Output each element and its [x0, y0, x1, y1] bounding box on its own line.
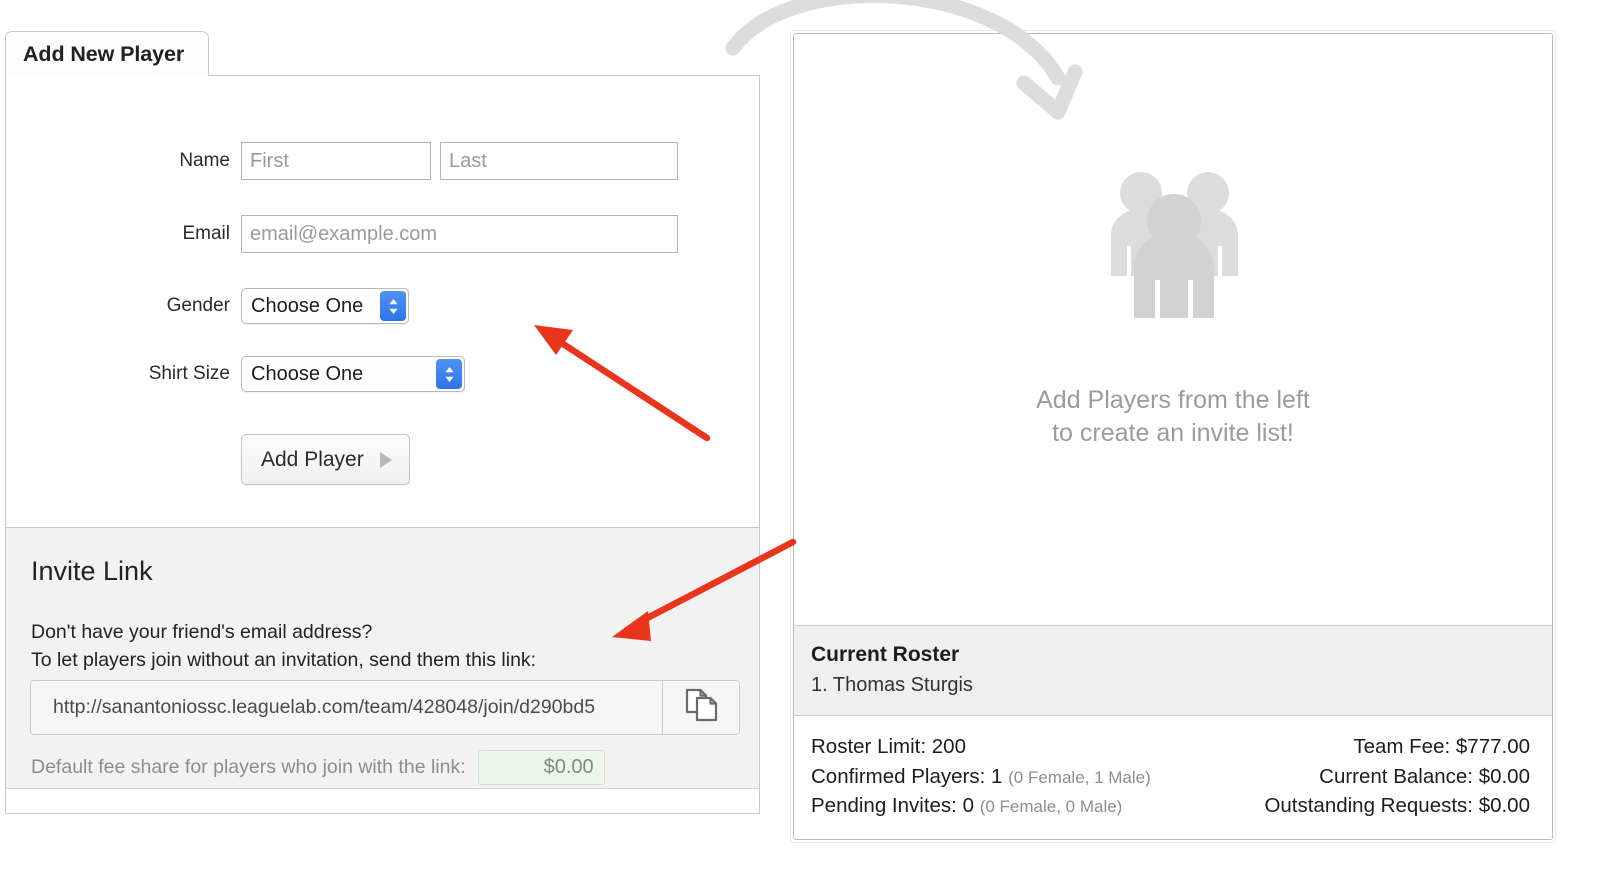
people-group-icon — [1086, 158, 1261, 338]
name-label: Name — [179, 150, 230, 171]
stat-confirmed-players-label: Confirmed Players: — [811, 764, 986, 788]
shirt-size-select-value: Choose One — [251, 362, 364, 385]
play-triangle-icon — [379, 451, 392, 468]
add-player-button[interactable]: Add Player — [241, 434, 410, 485]
tab-add-new-player-label: Add New Player — [23, 42, 185, 66]
stat-confirmed-players: Confirmed Players: 1 (0 Female, 1 Male) — [811, 762, 1151, 792]
tab-strip: Add New Player — [5, 31, 760, 77]
name-row: Name — [6, 142, 696, 180]
default-fee-share-label: Default fee share for players who join w… — [31, 756, 466, 778]
updown-chevron-icon — [436, 359, 462, 389]
roster-player-1: 1. Thomas Sturgis — [811, 673, 973, 696]
email-input[interactable] — [241, 215, 678, 253]
email-row: Email — [6, 215, 696, 253]
empty-message-line-2: to create an invite list! — [1052, 419, 1294, 448]
updown-chevron-icon — [380, 291, 406, 321]
add-player-form: Name Email Gender Choose One — [6, 76, 759, 528]
invite-list-panel: Add Players from the left to create an i… — [790, 30, 1556, 843]
stat-current-balance-label: Current Balance: — [1319, 764, 1473, 788]
invite-help-line-1: Don't have your friend's email address? — [31, 621, 373, 643]
first-name-input[interactable] — [241, 142, 431, 180]
default-fee-share-input[interactable] — [477, 750, 605, 785]
stat-pending-invites-breakdown: (0 Female, 0 Male) — [979, 797, 1123, 817]
invite-help-line-2: To let players join without an invitatio… — [31, 649, 537, 671]
stat-team-fee: Team Fee: $777.00 — [1264, 732, 1530, 762]
team-stats-right-column: Team Fee: $777.00 Current Balance: $0.00… — [1264, 732, 1530, 821]
gender-select-value: Choose One — [251, 294, 364, 317]
invite-list-empty-state: Add Players from the left to create an i… — [794, 34, 1552, 625]
shirt-size-row: Shirt Size Choose One — [6, 356, 696, 392]
invite-link-title: Invite Link — [31, 556, 153, 586]
stat-pending-invites-label: Pending Invites: — [811, 794, 957, 818]
gender-row: Gender Choose One — [6, 288, 696, 324]
invite-list-inner: Add Players from the left to create an i… — [793, 33, 1553, 840]
stat-roster-limit: Roster Limit: 200 — [811, 732, 1151, 762]
shirt-size-label: Shirt Size — [148, 363, 230, 384]
stat-outstanding-requests-value: $0.00 — [1478, 794, 1530, 818]
stat-roster-limit-value: 200 — [931, 734, 966, 758]
stat-team-fee-value: $777.00 — [1455, 734, 1530, 758]
email-label: Email — [182, 223, 230, 244]
add-new-player-panel: Add New Player Name Email Gen — [5, 31, 760, 814]
copy-documents-icon — [684, 687, 718, 728]
stat-confirmed-players-breakdown: (0 Female, 1 Male) — [1008, 767, 1151, 787]
invite-list-empty-message: Add Players from the left to create an i… — [1036, 384, 1310, 451]
invite-link-section: Invite Link Don't have your friend's ema… — [6, 528, 759, 789]
last-name-input[interactable] — [440, 142, 678, 180]
stat-team-fee-label: Team Fee: — [1353, 734, 1451, 758]
add-player-button-row: Add Player — [6, 434, 696, 485]
stat-outstanding-requests: Outstanding Requests: $0.00 — [1264, 791, 1530, 821]
stat-pending-invites: Pending Invites: 0 (0 Female, 0 Male) — [811, 791, 1151, 821]
panel-footer-strip — [6, 789, 759, 813]
invite-link-url[interactable]: http://sanantoniossc.leaguelab.com/team/… — [31, 681, 662, 734]
tab-add-new-player[interactable]: Add New Player — [5, 31, 209, 77]
copy-link-button[interactable] — [662, 681, 739, 734]
add-player-button-label: Add Player — [261, 447, 364, 471]
stat-current-balance-value: $0.00 — [1478, 764, 1530, 788]
stat-current-balance: Current Balance: $0.00 — [1264, 762, 1530, 792]
screen-root: Add New Player Name Email Gen — [0, 0, 1600, 881]
gender-label: Gender — [166, 295, 230, 316]
stat-pending-invites-value: 0 — [962, 794, 974, 818]
panel-body: Name Email Gender Choose One — [5, 76, 760, 814]
team-stats-block: Roster Limit: 200 Confirmed Players: 1 (… — [794, 714, 1552, 839]
team-stats-left-column: Roster Limit: 200 Confirmed Players: 1 (… — [811, 732, 1151, 821]
default-fee-share-row: Default fee share for players who join w… — [31, 750, 605, 785]
stat-roster-limit-label: Roster Limit: — [811, 734, 927, 758]
empty-message-line-1: Add Players from the left — [1036, 385, 1310, 414]
gender-select[interactable]: Choose One — [241, 288, 409, 324]
invite-link-field-group: http://sanantoniossc.leaguelab.com/team/… — [30, 680, 740, 735]
current-roster-block: Current Roster 1. Thomas Sturgis — [794, 624, 1552, 715]
stat-confirmed-players-value: 1 — [991, 764, 1003, 788]
shirt-size-select[interactable]: Choose One — [241, 356, 465, 392]
stat-outstanding-requests-label: Outstanding Requests: — [1264, 794, 1473, 818]
current-roster-title: Current Roster — [811, 642, 960, 666]
